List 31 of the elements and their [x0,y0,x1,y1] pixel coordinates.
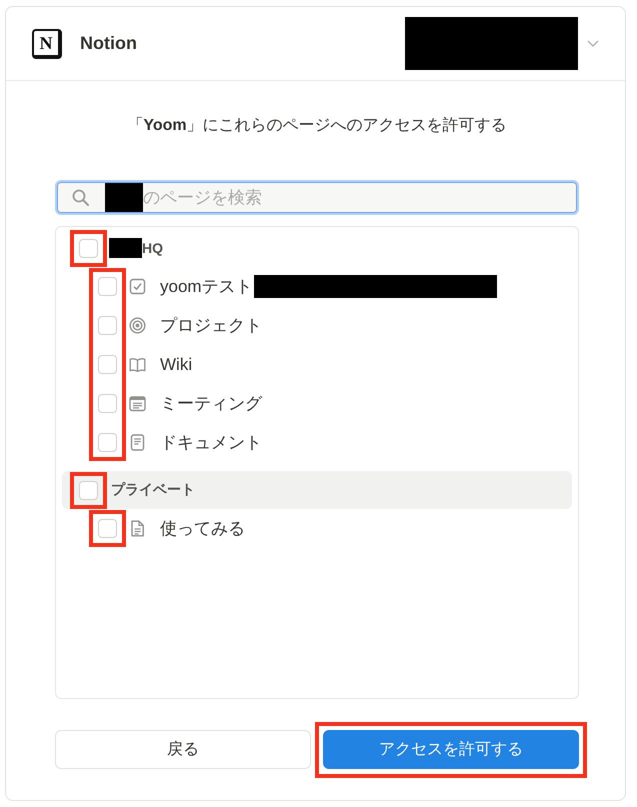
target-icon [129,317,146,334]
section-row[interactable]: プライベート [62,471,572,509]
section-title: プライベート [111,481,195,499]
section-title: HQ [142,240,163,256]
notes-icon [129,395,146,412]
back-button[interactable]: 戻る [55,730,311,769]
checkbox[interactable] [98,316,117,335]
page-title: ミーティング [160,393,262,415]
checkbox[interactable] [98,355,117,374]
page-title: Wiki [160,354,192,374]
checkbox[interactable] [98,394,117,413]
app-logo: N [32,28,62,58]
page-title: プロジェクト [160,315,262,337]
page-title: yoomテスト [160,276,253,298]
chevron-down-icon[interactable] [587,40,599,47]
app-name: Notion [80,33,137,54]
book-icon [129,356,146,373]
checkbox[interactable] [98,277,117,296]
confirm-button[interactable]: アクセスを許可する [323,730,579,769]
page-title: 使ってみる [160,518,245,540]
checkbox[interactable] [79,238,98,258]
document-icon [129,434,146,451]
tick-box-icon [129,278,146,295]
file-icon [129,520,146,537]
checkbox[interactable] [79,480,98,500]
page-title: ドキュメント [160,432,262,454]
prompt-text: 「Yoom」にこれらのページへのアクセスを許可する [126,116,508,136]
checkbox[interactable] [98,433,117,452]
checkbox[interactable] [98,519,117,538]
search-field[interactable]: のページを検索 [55,180,579,215]
search-icon [72,189,89,206]
